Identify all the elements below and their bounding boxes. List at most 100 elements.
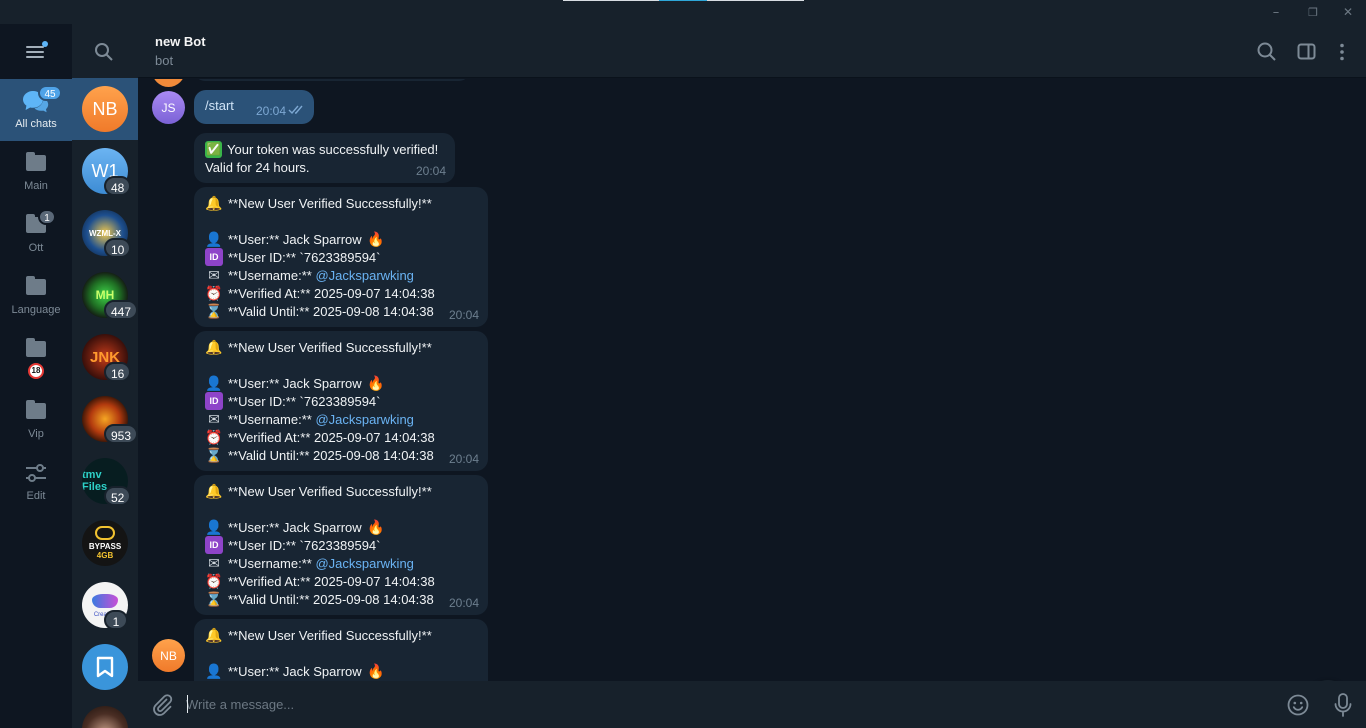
unread-badge: 447 [104,300,138,320]
user-icon: 👤 [205,231,223,247]
chat-item[interactable]: MH 447 [72,264,138,326]
message-bubble-outgoing[interactable]: /start 20:04 [194,90,314,124]
chats-icon: 45 [23,85,62,113]
chat-item[interactable] [72,698,138,728]
search-icon[interactable] [94,42,114,62]
folder-badge: 45 [38,85,62,101]
chat-item-new-bot[interactable]: NB [72,78,138,140]
bell-icon: 🔔 [205,483,223,499]
unread-badge: 52 [104,486,132,506]
emoji-icon[interactable] [1286,693,1310,717]
message-bubble[interactable]: 🔔 **New User Verified Successfully!** 👤 **… [194,475,488,615]
avatar: NB [152,639,185,672]
title-strip [563,0,659,1]
key-icon [95,526,115,540]
folder-ott[interactable]: 1 Ott [0,203,72,265]
chat-item[interactable]: W1 48 [72,140,138,202]
chat-item[interactable]: Creative 1 [72,574,138,636]
envelope-icon: ✉ [208,555,220,571]
unread-badge: 10 [104,238,132,258]
message-bubble[interactable]: 🔔 **New User Verified Successfully!** 👤 **… [194,187,488,327]
search-icon[interactable] [1256,41,1278,63]
message-line: 👤 **User:** Jack Sparrow 🔥 [205,231,385,247]
avatar: NB [82,86,128,132]
chat-item[interactable]: WZML-X 10 [72,202,138,264]
message-bubble[interactable]: 🔔 **New User Verified Successfully!** 👤 **… [194,331,488,471]
folder-language[interactable]: Language [0,265,72,327]
message-line: 👤 **User:** Jack Sparrow 🔥 [205,519,385,535]
id-icon: ID [205,392,223,410]
message-line: Valid for 24 hours. [205,159,310,175]
chat-item-saved-messages[interactable]: saved [72,636,138,698]
folder-icon [24,276,48,297]
folder-edit[interactable]: Edit [0,451,72,513]
chat-item[interactable]: JNK 16 [72,326,138,388]
username-link[interactable]: @Jacksparwking [315,412,413,427]
message-input[interactable] [186,693,1266,715]
fire-icon: 🔥 [366,231,385,247]
minimize-button[interactable]: – [1268,4,1284,20]
close-button[interactable]: ✕ [1340,4,1356,20]
fire-icon: 🔥 [366,519,385,535]
message-line: 🔔 **New User Verified Successfully!** [205,483,432,499]
user-icon: 👤 [205,663,223,679]
more-options-icon[interactable] [1331,41,1353,63]
hourglass-icon: ⌛ [205,447,223,463]
microphone-icon[interactable] [1331,692,1355,718]
message-list[interactable]: JS /start 20:04 ✅ Your token was success… [138,79,1366,681]
message-line [205,500,477,518]
chat-item[interactable]: BYPASS 4GB [72,512,138,574]
message-line: 👤 **User:** Jack Sparrow 🔥 [205,375,385,391]
fire-icon: 🔥 [366,663,385,679]
message-line: ⏰ **Verified At:** 2025-09-07 14:04:38 [205,285,435,301]
menu-icon[interactable] [26,41,48,60]
message-line: 🔔 **New User Verified Successfully!** [205,339,432,355]
bell-icon: 🔔 [205,339,223,355]
title-strip [707,0,804,1]
folder-sidebar: 45 All chats Main 1 Ott Language 18 Vip [0,24,72,728]
title-bar: – ❐ ✕ [0,0,1366,24]
no-under-18-icon: 18 [28,363,44,379]
chat-item[interactable]: MK 953 [72,388,138,450]
alarm-clock-icon: ⏰ [205,429,223,445]
menu-unread-dot [42,41,48,47]
message-line: ID **User ID:** `7623389594` [205,248,477,266]
message-bubble[interactable]: ✅ Your token was successfully verified! … [194,133,455,183]
folder-label: Main [24,180,48,192]
message-line: ⏰ **Verified At:** 2025-09-07 14:04:38 [205,429,435,445]
folder-icon: 1 [24,209,56,235]
chat-item[interactable]: tmv Files 52 [72,450,138,512]
message-line: ⌛ **Valid Until:** 2025-09-08 14:04:38 [205,303,434,319]
chat-subtitle: bot [155,53,174,68]
message-time: 20:04 [448,308,479,322]
title-strip-accent [659,0,707,1]
sidebar-toggle-icon[interactable] [1296,41,1318,63]
restore-button[interactable]: ❐ [1305,4,1321,20]
folder-icon [24,400,48,421]
message-line: 🔔 **New User Verified Successfully!** [205,627,432,643]
folder-label: Language [11,304,61,316]
folder-vip[interactable]: Vip [0,389,72,451]
alarm-clock-icon: ⏰ [205,285,223,301]
folder-label: Vip [28,428,44,440]
message-bubble[interactable]: 🔔 **New User Verified Successfully!** 👤 **… [194,619,488,681]
id-icon: ID [205,536,223,554]
folder-main[interactable]: Main [0,141,72,203]
double-check-icon [288,105,303,115]
folder-all-chats[interactable]: 45 All chats [0,79,72,141]
attach-icon[interactable] [150,693,174,717]
avatar: JS [152,91,185,124]
envelope-icon: ✉ [208,411,220,427]
folder-label: Ott [28,242,44,254]
username-link[interactable]: @Jacksparwking [315,556,413,571]
chat-panel: new Bot bot JS /start 20:04 ✅ Your token… [138,24,1366,728]
unread-badge: 48 [104,176,132,196]
username-link[interactable]: @Jacksparwking [315,268,413,283]
folder-adult[interactable]: 18 [0,327,72,389]
chat-header[interactable]: new Bot bot [138,24,1366,78]
envelope-icon: ✉ [208,267,220,283]
chat-title[interactable]: new Bot [155,34,206,49]
message-line: ⏰ **Verified At:** 2025-09-07 14:04:38 [205,573,435,589]
message-line [205,356,477,374]
wave-icon [92,594,118,608]
